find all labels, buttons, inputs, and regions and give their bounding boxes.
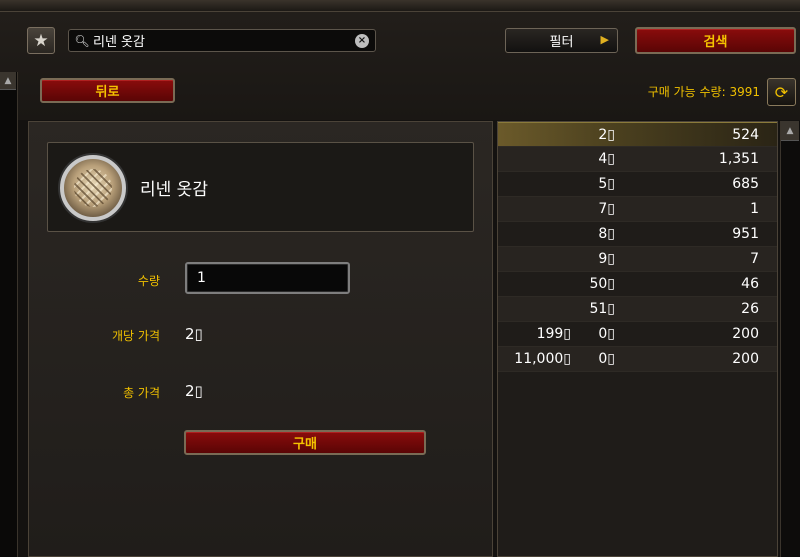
listing-silver: 9▯ <box>598 251 615 267</box>
listing-row[interactable]: 199▯ 0▯ 200 <box>498 322 777 347</box>
buy-button[interactable]: 구매 <box>184 430 426 455</box>
search-button[interactable]: 검색 <box>635 27 796 54</box>
listing-silver: 5▯ <box>598 176 615 192</box>
listing-row[interactable]: 8▯ 951 <box>498 222 777 247</box>
listing-quantity: 951 <box>732 226 759 242</box>
listing-silver: 4▯ <box>598 151 615 167</box>
star-icon: ★ <box>33 30 49 51</box>
purchase-panel: 리넨 옷감 수량 1 개당 가격 2▯ 총 가격 2▯ <box>28 121 493 557</box>
favorite-button[interactable]: ★ <box>27 27 55 54</box>
silver-coin-icon: ▯ <box>194 325 203 343</box>
listing-quantity: 1 <box>750 201 759 217</box>
unit-price-value: 2▯ <box>185 325 203 343</box>
listing-silver: 50▯ <box>589 276 615 292</box>
quantity-field[interactable]: 1 <box>185 262 350 294</box>
listing-silver: 2▯ <box>598 126 615 143</box>
total-price-value: 2▯ <box>185 382 203 400</box>
window-frame <box>0 0 800 12</box>
scroll-up-icon[interactable]: ▲ <box>781 121 799 141</box>
silver-coin-icon: ▯ <box>194 382 203 400</box>
listing-row[interactable]: 51▯ 26 <box>498 297 777 322</box>
listing-row[interactable]: 7▯ 1 <box>498 197 777 222</box>
listing-silver: 0▯ <box>598 326 615 342</box>
item-card: 리넨 옷감 <box>47 142 474 232</box>
listing-silver: 51▯ <box>589 301 615 317</box>
purchasable-quantity: 구매 가능 수량: 3991 <box>647 85 760 99</box>
listing-quantity: 200 <box>732 351 759 367</box>
right-scrollbar[interactable]: ▲ <box>780 121 800 557</box>
refresh-button[interactable]: ⟳ <box>767 78 796 106</box>
listing-quantity: 7 <box>750 251 759 267</box>
search-icon: 🔍︎ <box>74 33 90 48</box>
total-price-label: 총 가격 <box>123 386 160 400</box>
listing-row[interactable]: 4▯ 1,351 <box>498 147 777 172</box>
listings-list: 2▯ 524 4▯ 1,351 5▯ 685 7▯ 1 8▯ 951 9▯ 7 50▯ 46 51▯ 26 19… <box>497 121 778 557</box>
close-icon[interactable]: × <box>355 33 369 48</box>
listing-gold: 199▯ <box>536 326 571 342</box>
left-scrollbar[interactable]: ▲ <box>0 72 18 557</box>
refresh-icon: ⟳ <box>774 82 789 102</box>
item-name: 리넨 옷감 <box>140 180 208 200</box>
listing-quantity: 46 <box>741 276 759 292</box>
listing-gold: 11,000▯ <box>514 351 571 367</box>
unit-price-label: 개당 가격 <box>112 329 160 343</box>
listing-quantity: 524 <box>732 126 759 143</box>
listing-row[interactable]: 50▯ 46 <box>498 272 777 297</box>
listing-quantity: 685 <box>732 176 759 192</box>
back-button[interactable]: 뒤로 <box>40 78 175 103</box>
listing-row[interactable]: 11,000▯ 0▯ 200 <box>498 347 777 372</box>
search-input[interactable]: 🔍︎ 리넨 옷감 × <box>68 29 376 52</box>
chevron-right-icon: ▶ <box>600 33 609 46</box>
filter-button[interactable]: 필터 ▶ <box>505 28 618 53</box>
listing-silver: 0▯ <box>598 351 615 367</box>
listing-quantity: 26 <box>741 301 759 317</box>
filter-label: 필터 <box>549 35 574 50</box>
listing-silver: 7▯ <box>598 201 615 217</box>
quantity-label: 수량 <box>137 274 160 288</box>
search-value: 리넨 옷감 <box>93 35 145 50</box>
listing-row[interactable]: 9▯ 7 <box>498 247 777 272</box>
listing-silver: 8▯ <box>598 226 615 242</box>
scroll-up-icon[interactable]: ▲ <box>0 72 16 90</box>
listing-row[interactable]: 5▯ 685 <box>498 172 777 197</box>
listing-quantity: 200 <box>732 326 759 342</box>
listing-quantity: 1,351 <box>718 151 759 167</box>
listing-row[interactable]: 2▯ 524 <box>498 122 777 147</box>
linen-cloth-icon <box>60 155 126 221</box>
